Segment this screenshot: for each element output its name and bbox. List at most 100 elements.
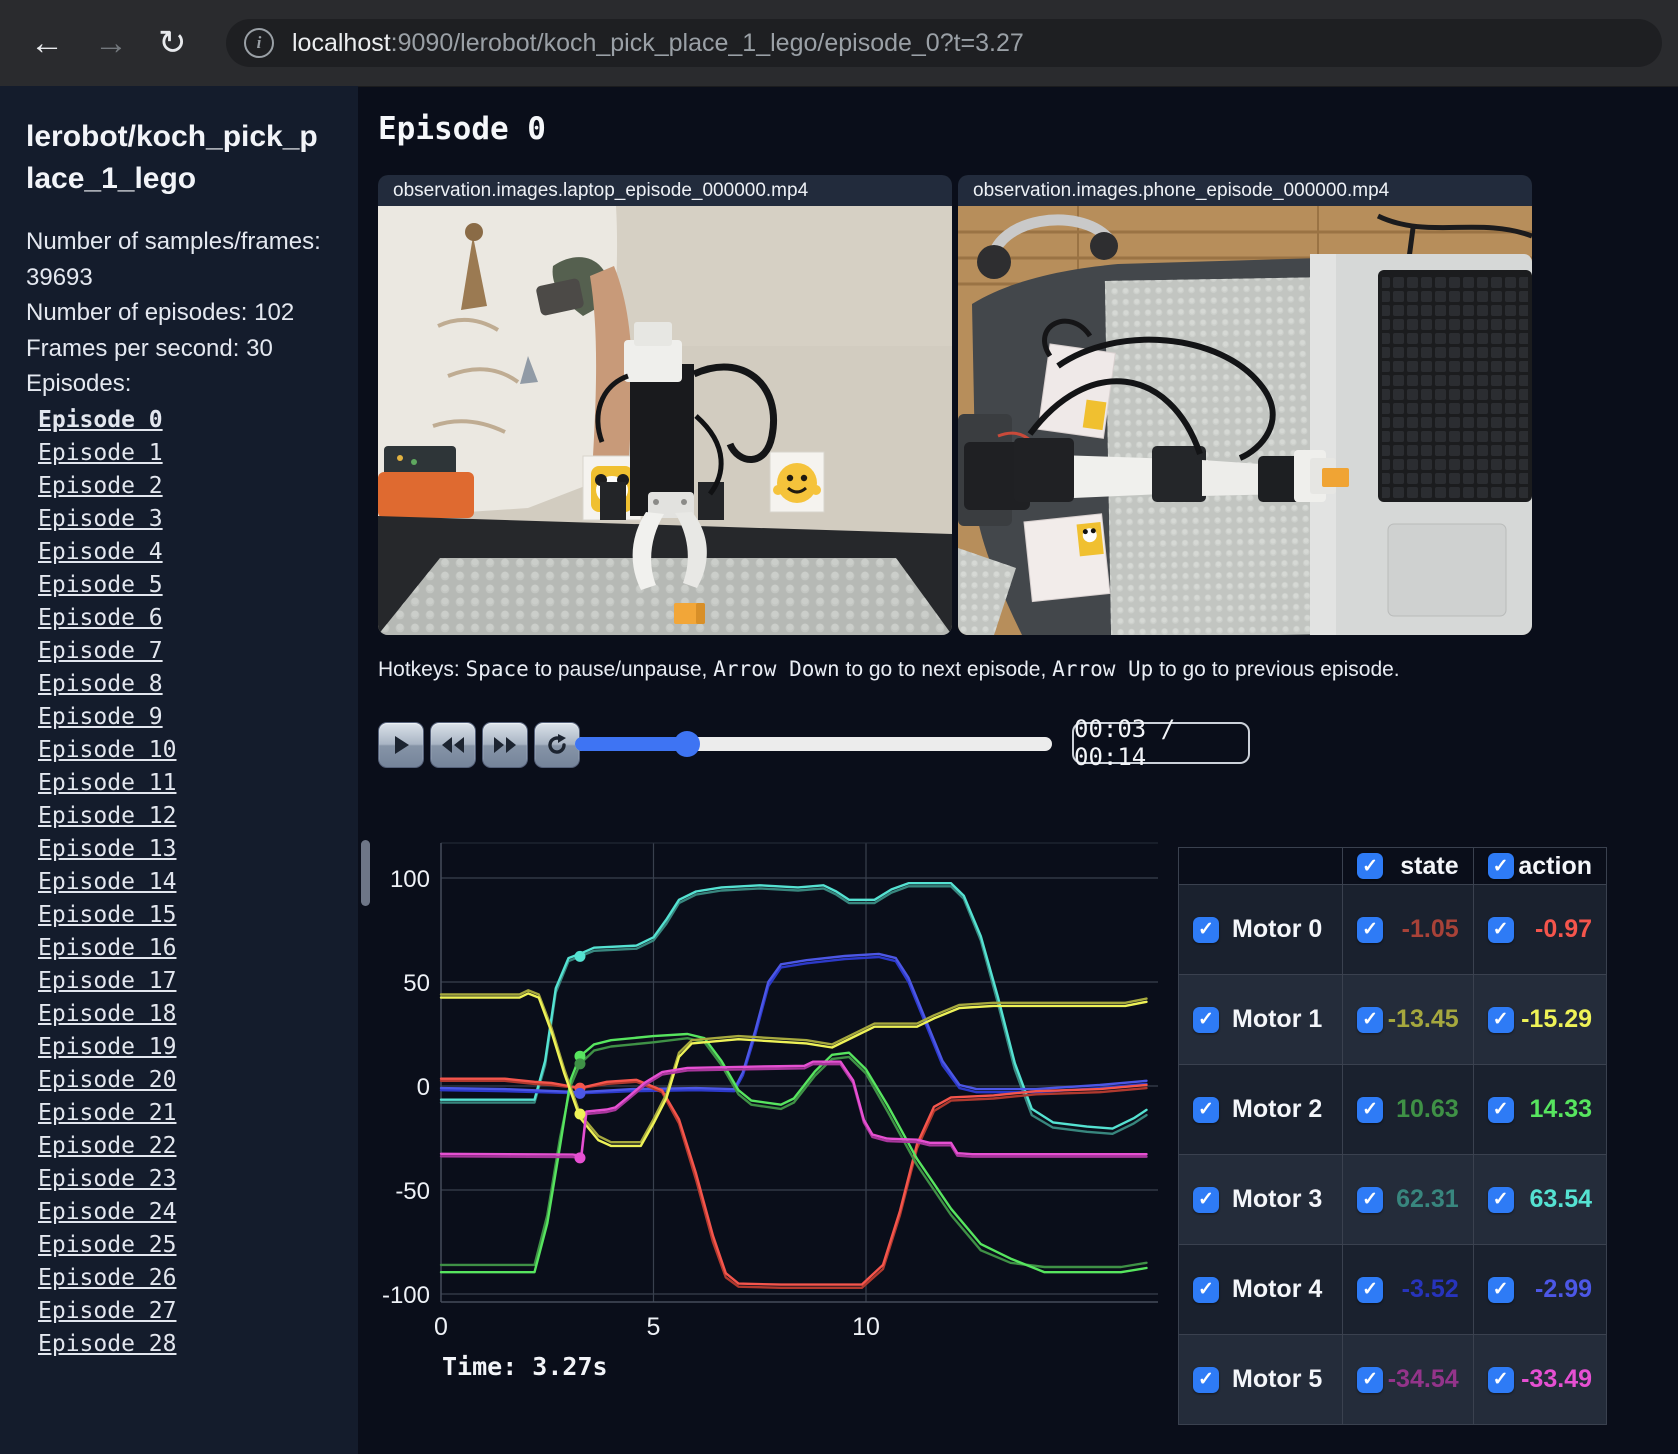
- current-time-marker: [574, 1058, 586, 1070]
- y-tick-label: -100: [382, 1282, 430, 1309]
- episode-link[interactable]: Episode 3: [38, 503, 358, 536]
- table-row: ✓ Motor 2 ✓ 10.63 ✓ 14.33: [1177, 1064, 1608, 1155]
- episode-link[interactable]: Episode 18: [38, 998, 358, 1031]
- motor-label: Motor 5: [1232, 1365, 1323, 1393]
- x-tick-label: 0: [434, 1313, 448, 1341]
- action-column-checkbox[interactable]: ✓: [1487, 853, 1514, 879]
- episode-link[interactable]: Episode 17: [38, 965, 358, 998]
- page-info-icon[interactable]: i: [244, 28, 274, 58]
- episode-link[interactable]: Episode 16: [38, 932, 358, 965]
- main-content: Episode 0 observation.images.laptop_epis…: [358, 86, 1678, 1454]
- loop-button[interactable]: [534, 722, 580, 768]
- state-checkbox[interactable]: ✓: [1357, 1186, 1384, 1213]
- seek-slider-thumb[interactable]: [673, 731, 700, 757]
- episode-link[interactable]: Episode 11: [38, 767, 358, 800]
- action-value: -33.49: [1521, 1365, 1592, 1393]
- video-frame-laptop: [378, 206, 952, 635]
- video-player-laptop[interactable]: observation.images.laptop_episode_000000…: [378, 175, 952, 635]
- motor-checkbox[interactable]: ✓: [1193, 1276, 1219, 1303]
- episode-link[interactable]: Episode 23: [38, 1163, 358, 1196]
- episode-link[interactable]: Episode 26: [38, 1262, 358, 1295]
- dataset-title: lerobot/koch_pick_place_1_lego: [26, 120, 318, 195]
- back-icon[interactable]: ←: [30, 26, 64, 60]
- state-checkbox[interactable]: ✓: [1357, 1096, 1384, 1123]
- chart-line: [439, 1036, 1148, 1269]
- episode-list: Episode 0 Episode 1 Episode 2 Episode 3 Epis…: [26, 404, 358, 1361]
- hotkey-arrow-up: Arrow Up: [1052, 657, 1154, 681]
- video-player-phone[interactable]: observation.images.phone_episode_000000.…: [958, 175, 1532, 635]
- episode-link[interactable]: Episode 6: [38, 602, 358, 635]
- url-bar[interactable]: i localhost:9090/lerobot/koch_pick_place…: [226, 19, 1662, 67]
- motor-label: Motor 2: [1232, 1095, 1323, 1123]
- state-checkbox[interactable]: ✓: [1357, 1006, 1384, 1033]
- reload-icon[interactable]: ↻: [158, 26, 187, 60]
- episode-link[interactable]: Episode 9: [38, 701, 358, 734]
- episode-link[interactable]: Episode 4: [38, 536, 358, 569]
- motor-table: ✓ state ✓ action ✓ Motor 0 ✓ -1.05 ✓ -0.97 ✓ Moto…: [1177, 847, 1608, 1425]
- chart-line: [439, 1079, 1148, 1289]
- state-value: -3.52: [1401, 1275, 1459, 1303]
- episode-link[interactable]: Episode 25: [38, 1229, 358, 1262]
- state-value: -1.05: [1401, 915, 1459, 943]
- episode-link[interactable]: Episode 12: [38, 800, 358, 833]
- episode-link[interactable]: Episode 15: [38, 899, 358, 932]
- episode-link[interactable]: Episode 19: [38, 1031, 358, 1064]
- sidebar: lerobot/koch_pick_place_1_lego Number of…: [0, 86, 358, 1454]
- forward-icon[interactable]: →: [94, 26, 128, 60]
- episode-link[interactable]: Episode 24: [38, 1196, 358, 1229]
- motor-checkbox[interactable]: ✓: [1193, 1006, 1219, 1033]
- state-header-cell: ✓ state: [1342, 847, 1474, 885]
- state-checkbox[interactable]: ✓: [1357, 916, 1384, 943]
- episode-link[interactable]: Episode 22: [38, 1130, 358, 1163]
- motor-checkbox[interactable]: ✓: [1193, 1186, 1219, 1213]
- rewind-button[interactable]: [430, 722, 476, 768]
- y-tick-label: 50: [403, 970, 430, 997]
- x-tick-label: 10: [852, 1313, 880, 1341]
- episode-link[interactable]: Episode 13: [38, 833, 358, 866]
- table-header-row: ✓ state ✓ action: [1177, 847, 1608, 885]
- action-value: 14.33: [1529, 1095, 1592, 1123]
- motor-checkbox[interactable]: ✓: [1193, 916, 1219, 943]
- action-checkbox[interactable]: ✓: [1487, 916, 1514, 943]
- action-header-label: action: [1518, 851, 1592, 880]
- episode-link[interactable]: Episode 14: [38, 866, 358, 899]
- chart-line: [439, 1060, 1148, 1157]
- play-icon: [395, 736, 409, 754]
- stat-episodes: Number of episodes: 102: [26, 299, 295, 327]
- hotkey-space: Space: [465, 657, 529, 681]
- episode-link[interactable]: Episode 8: [38, 668, 358, 701]
- episode-link[interactable]: Episode 5: [38, 569, 358, 602]
- action-checkbox[interactable]: ✓: [1487, 1186, 1514, 1213]
- play-button[interactable]: [378, 722, 424, 768]
- episodes-heading: Episodes:: [26, 370, 132, 398]
- y-tick-label: 100: [390, 866, 430, 893]
- episode-link[interactable]: Episode 27: [38, 1295, 358, 1328]
- state-value: -13.45: [1387, 1005, 1459, 1033]
- table-row: ✓ Motor 3 ✓ 62.31 ✓ 63.54: [1177, 1154, 1608, 1245]
- motor-label: Motor 3: [1232, 1185, 1323, 1213]
- motor-checkbox[interactable]: ✓: [1193, 1096, 1219, 1123]
- episode-link[interactable]: Episode 28: [38, 1328, 358, 1361]
- episode-link[interactable]: Episode 0: [38, 404, 358, 437]
- fast-forward-button[interactable]: [482, 722, 528, 768]
- action-value: -0.97: [1535, 915, 1592, 943]
- action-checkbox[interactable]: ✓: [1487, 1006, 1514, 1033]
- episode-link[interactable]: Episode 20: [38, 1064, 358, 1097]
- action-checkbox[interactable]: ✓: [1487, 1096, 1514, 1123]
- seek-slider[interactable]: [575, 731, 1052, 757]
- state-checkbox[interactable]: ✓: [1357, 1366, 1384, 1393]
- state-column-checkbox[interactable]: ✓: [1357, 853, 1384, 879]
- action-checkbox[interactable]: ✓: [1487, 1276, 1514, 1303]
- current-time-marker: [574, 1108, 586, 1120]
- current-time-marker: [574, 1152, 586, 1164]
- episode-link[interactable]: Episode 2: [38, 470, 358, 503]
- episode-link[interactable]: Episode 21: [38, 1097, 358, 1130]
- motor-chart[interactable]: 100500-50-1000 5 10: [358, 790, 1158, 1350]
- state-checkbox[interactable]: ✓: [1357, 1276, 1384, 1303]
- chart-line: [439, 955, 1148, 1095]
- episode-link[interactable]: Episode 7: [38, 635, 358, 668]
- action-checkbox[interactable]: ✓: [1487, 1366, 1514, 1393]
- episode-link[interactable]: Episode 1: [38, 437, 358, 470]
- motor-checkbox[interactable]: ✓: [1193, 1366, 1219, 1393]
- episode-link[interactable]: Episode 10: [38, 734, 358, 767]
